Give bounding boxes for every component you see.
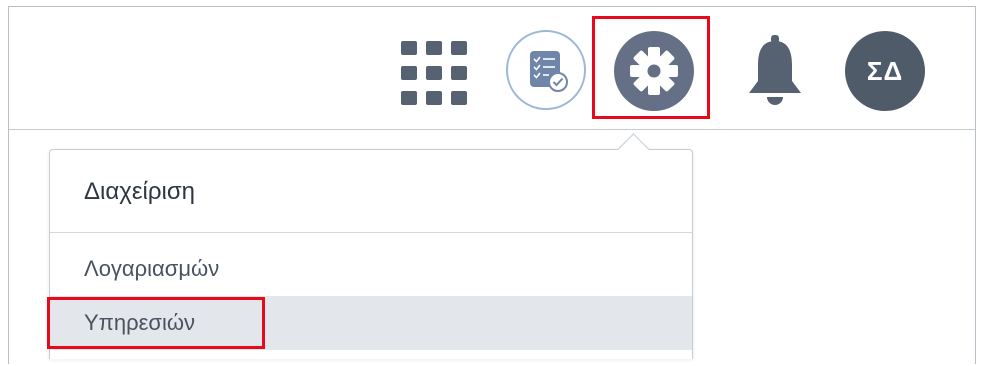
tasks-button[interactable] [506,30,586,110]
task-checklist-icon [530,51,568,92]
notifications-button[interactable] [744,29,806,111]
avatar-initials: ΣΔ [866,55,904,86]
settings-button[interactable] [614,31,694,111]
bell-icon [749,35,801,105]
menu-item-accounts[interactable]: Λογαριασμών [50,242,692,296]
user-avatar[interactable]: ΣΔ [845,31,925,111]
apps-grid-icon[interactable] [401,41,467,105]
menu-item-services[interactable]: Υπηρεσιών [50,296,692,350]
top-navigation-bar: ΣΔ [9,7,975,130]
gear-icon [630,47,678,95]
dropdown-title: Διαχείριση [50,150,692,233]
settings-dropdown-menu: Διαχείριση Λογαριασμών Υπηρεσιών [49,133,693,359]
